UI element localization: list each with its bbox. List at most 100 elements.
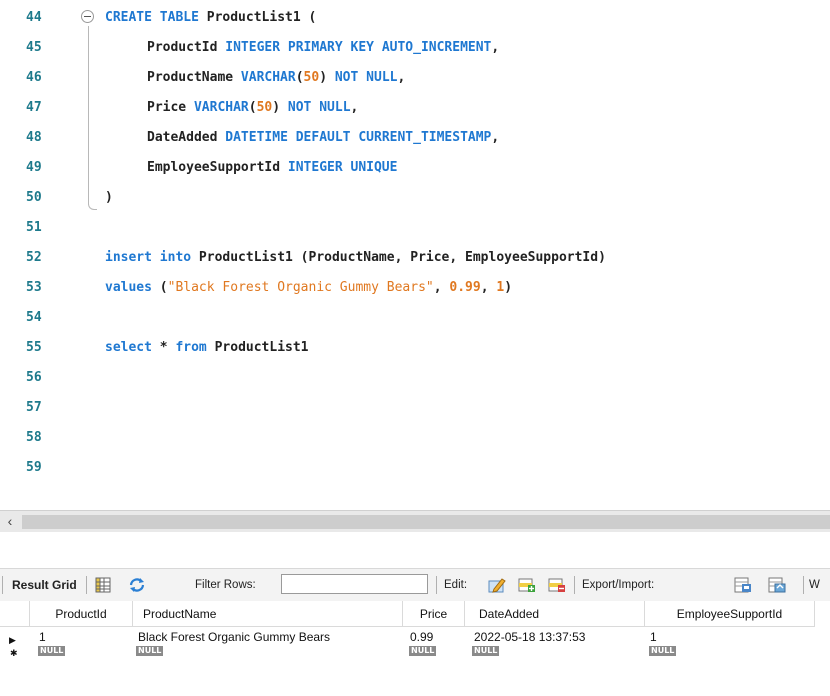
code-token: ) [319, 70, 335, 85]
line-number: 47 [26, 100, 42, 115]
code-line[interactable]: 49 EmployeeSupportId INTEGER UNIQUE [0, 154, 830, 182]
line-number: 55 [26, 340, 42, 355]
line-number: 53 [26, 280, 42, 295]
wrap-cell-label[interactable]: W [809, 569, 820, 601]
code-token: "Black Forest Organic Gummy Bears" [167, 280, 434, 295]
refresh-icon[interactable] [128, 577, 146, 593]
code-token: VARCHAR [193, 100, 249, 115]
line-number: 57 [26, 400, 42, 415]
code-line[interactable]: 57 [0, 394, 830, 422]
code-text: select * from ProductList1 [105, 334, 309, 362]
code-token: INTEGER UNIQUE [287, 160, 398, 175]
line-number: 54 [26, 310, 42, 325]
code-token: 0.99 [449, 280, 481, 295]
cell-employeesupportid[interactable]: 1 [650, 629, 657, 645]
null-badge[interactable]: NULL [472, 646, 500, 656]
edit-label: Edit: [444, 579, 468, 591]
code-text: ) [105, 184, 113, 212]
code-text: DateAdded DATETIME DEFAULT CURRENT_TIMES… [147, 124, 499, 152]
column-header-productname[interactable]: ProductName [133, 601, 403, 627]
result-grid: ProductId ProductName Price DateAdded Em… [0, 601, 830, 696]
line-number: 59 [26, 460, 42, 475]
delete-row-icon[interactable] [548, 577, 566, 593]
code-token: , [480, 280, 497, 295]
code-line[interactable]: 59 [0, 454, 830, 482]
null-badge[interactable]: NULL [409, 646, 437, 656]
code-token: ProductList1 [214, 340, 309, 355]
line-number: 48 [26, 130, 42, 145]
null-badge[interactable]: NULL [649, 646, 677, 656]
code-line[interactable]: 54 [0, 304, 830, 332]
code-text: insert into ProductList1 (ProductName, P… [105, 244, 606, 272]
new-row-marker-icon: ✱ [10, 648, 18, 658]
code-token: CREATE TABLE [105, 10, 207, 25]
filter-rows-input[interactable] [281, 574, 428, 594]
code-line[interactable]: 45 ProductId INTEGER PRIMARY KEY AUTO_INC… [0, 34, 830, 62]
code-line[interactable]: 53 values ("Black Forest Organic Gummy Be… [0, 274, 830, 302]
row-header-corner [0, 601, 30, 627]
grid-layout-icon[interactable] [94, 577, 112, 593]
code-token: 50 [303, 70, 320, 85]
code-text: CREATE TABLE ProductList1 ( [105, 4, 316, 32]
toolbar-separator [2, 576, 3, 594]
code-token: , [397, 70, 406, 85]
cell-productid[interactable]: 1 [39, 629, 46, 645]
cell-price[interactable]: 0.99 [410, 629, 433, 645]
code-token: ProductList1 (ProductName, Price, Employ… [198, 250, 606, 265]
code-text: ProductId INTEGER PRIMARY KEY AUTO_INCRE… [147, 34, 499, 62]
line-number: 52 [26, 250, 42, 265]
add-row-icon[interactable] [518, 577, 536, 593]
toolbar-separator [86, 576, 87, 594]
code-token: EmployeeSupportId [147, 160, 288, 175]
line-number: 44 [26, 10, 42, 25]
code-token: NOT NULL [334, 70, 398, 85]
code-line[interactable]: 52 insert into ProductList1 (ProductName,… [0, 244, 830, 272]
import-icon[interactable] [768, 577, 786, 593]
sql-editor[interactable]: 44 CREATE TABLE ProductList1 (45 ProductId… [0, 0, 830, 510]
code-text: ProductName VARCHAR(50) NOT NULL, [147, 64, 405, 92]
code-token: DateAdded [147, 130, 226, 145]
cell-dateadded[interactable]: 2022-05-18 13:37:53 [474, 629, 585, 645]
code-token: * [159, 340, 176, 355]
code-token: ) [272, 100, 288, 115]
column-header-employeesupportid[interactable]: EmployeeSupportId [645, 601, 815, 627]
code-token: , [491, 130, 500, 145]
edit-row-icon[interactable] [488, 577, 506, 593]
null-badge[interactable]: NULL [136, 646, 164, 656]
code-token: Price [147, 100, 194, 115]
export-icon[interactable] [734, 577, 752, 593]
null-badge[interactable]: NULL [38, 646, 66, 656]
column-header-price[interactable]: Price [403, 601, 465, 627]
code-token: ( [295, 70, 304, 85]
code-token: , [433, 280, 450, 295]
line-number: 46 [26, 70, 42, 85]
code-line[interactable]: 46 ProductName VARCHAR(50) NOT NULL, [0, 64, 830, 92]
code-line[interactable]: 50) [0, 184, 830, 212]
code-line[interactable]: 47 Price VARCHAR(50) NOT NULL, [0, 94, 830, 122]
code-token: ProductName [147, 70, 241, 85]
toolbar-separator [803, 576, 804, 594]
code-token: VARCHAR [240, 70, 296, 85]
export-import-label: Export/Import: [582, 579, 655, 591]
code-token: 1 [496, 280, 505, 295]
code-line[interactable]: 44 CREATE TABLE ProductList1 ( [0, 4, 830, 32]
code-token: NOT NULL [287, 100, 351, 115]
code-token: insert into [105, 250, 199, 265]
code-line[interactable]: 51 [0, 214, 830, 242]
code-text: Price VARCHAR(50) NOT NULL, [147, 94, 358, 122]
toolbar-separator [436, 576, 437, 594]
cell-productname[interactable]: Black Forest Organic Gummy Bears [138, 629, 330, 645]
scrollbar-thumb[interactable] [22, 515, 830, 529]
code-line[interactable]: 58 [0, 424, 830, 452]
scroll-left-icon[interactable]: ‹ [2, 511, 18, 532]
code-line[interactable]: 55 select * from ProductList1 [0, 334, 830, 362]
column-header-dateadded[interactable]: DateAdded [465, 601, 645, 627]
horizontal-scrollbar[interactable]: ‹ [0, 510, 830, 532]
code-token: INTEGER PRIMARY KEY AUTO_INCREMENT [225, 40, 492, 55]
code-token: DATETIME DEFAULT CURRENT_TIMESTAMP [225, 130, 492, 145]
code-token: ProductList1 ( [206, 10, 317, 25]
column-header-productid[interactable]: ProductId [30, 601, 133, 627]
result-grid-tab[interactable]: Result Grid [12, 569, 77, 601]
code-line[interactable]: 56 [0, 364, 830, 392]
code-line[interactable]: 48 DateAdded DATETIME DEFAULT CURRENT_TIM… [0, 124, 830, 152]
